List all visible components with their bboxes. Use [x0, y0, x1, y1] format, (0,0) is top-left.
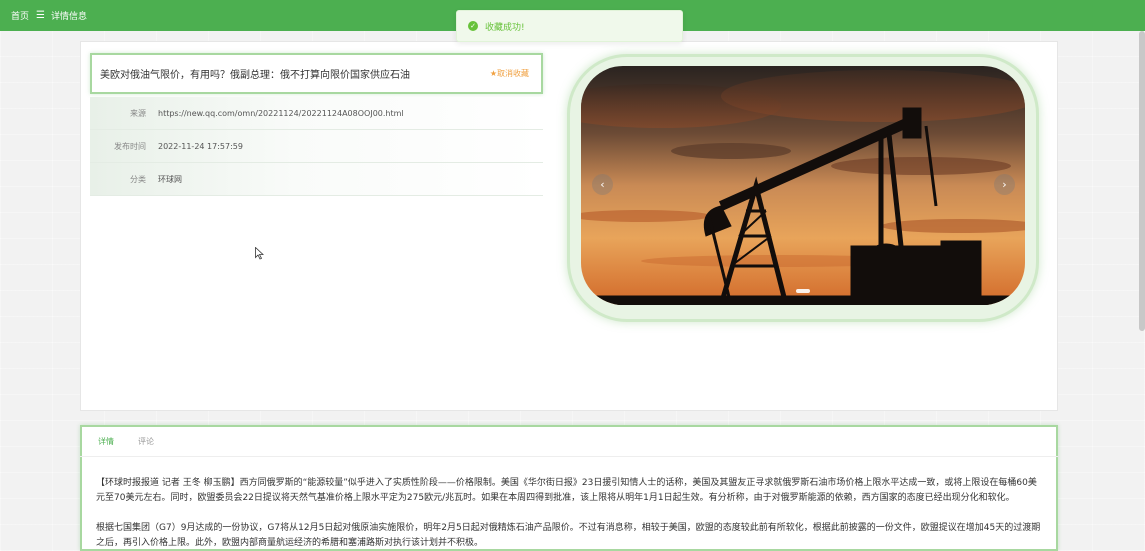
- article-paragraph-1: 【环球时报报道 记者 王冬 柳玉鹏】西方同俄罗斯的“能源较量”似乎进入了实质性阶…: [96, 478, 1037, 503]
- carousel-indicator[interactable]: [796, 289, 810, 293]
- time-label: 发布时间: [114, 141, 146, 151]
- article-paragraph-2: 根据七国集团（G7）9月达成的一份协议，G7将从12月5日起对俄原油实施限价，明…: [96, 523, 1041, 548]
- chevron-right-icon: ›: [1002, 178, 1007, 191]
- carousel-image-oil-pump: [581, 66, 1025, 305]
- carousel-next-button[interactable]: ›: [994, 174, 1015, 195]
- mouse-cursor-icon: [255, 247, 264, 260]
- article-title: 美欧对俄油气限价，有用吗？俄副总理：俄不打算向限价国家供应石油: [100, 70, 410, 81]
- oil-pumpjack-sunset-image: [581, 66, 1025, 305]
- tab-details[interactable]: 详情: [98, 436, 114, 447]
- page-scrollbar[interactable]: [1139, 31, 1145, 331]
- category-label: 分类: [130, 174, 146, 184]
- time-value: 2022-11-24 17:57:59: [158, 141, 243, 151]
- source-link[interactable]: https://new.qq.com/omn/20221124/20221124…: [158, 109, 404, 118]
- tab-comments[interactable]: 评论: [138, 436, 154, 447]
- time-row: 发布时间 2022-11-24 17:57:59: [90, 130, 543, 163]
- category-row: 分类 环球网: [90, 163, 543, 196]
- content-tabs: 详情 评论: [80, 427, 1058, 457]
- source-label: 来源: [130, 108, 146, 118]
- article-title-box: 美欧对俄油气限价，有用吗？俄副总理：俄不打算向限价国家供应石油 ★取消收藏: [90, 53, 543, 94]
- breadcrumb-home[interactable]: 首页: [11, 9, 29, 22]
- toast-message: 收藏成功!: [485, 22, 525, 33]
- check-circle-icon: ✓: [468, 21, 478, 31]
- breadcrumb-current: 详情信息: [50, 12, 87, 22]
- category-value: 环球网: [158, 174, 182, 184]
- chevron-left-icon: ‹: [600, 178, 605, 191]
- menu-icon: ☰: [36, 10, 45, 21]
- success-toast: ✓ 收藏成功!: [456, 10, 683, 42]
- source-row: 来源 https://new.qq.com/omn/20221124/20221…: [90, 97, 543, 130]
- unfavorite-button[interactable]: ★取消收藏: [490, 68, 529, 79]
- carousel-prev-button[interactable]: ‹: [592, 174, 613, 195]
